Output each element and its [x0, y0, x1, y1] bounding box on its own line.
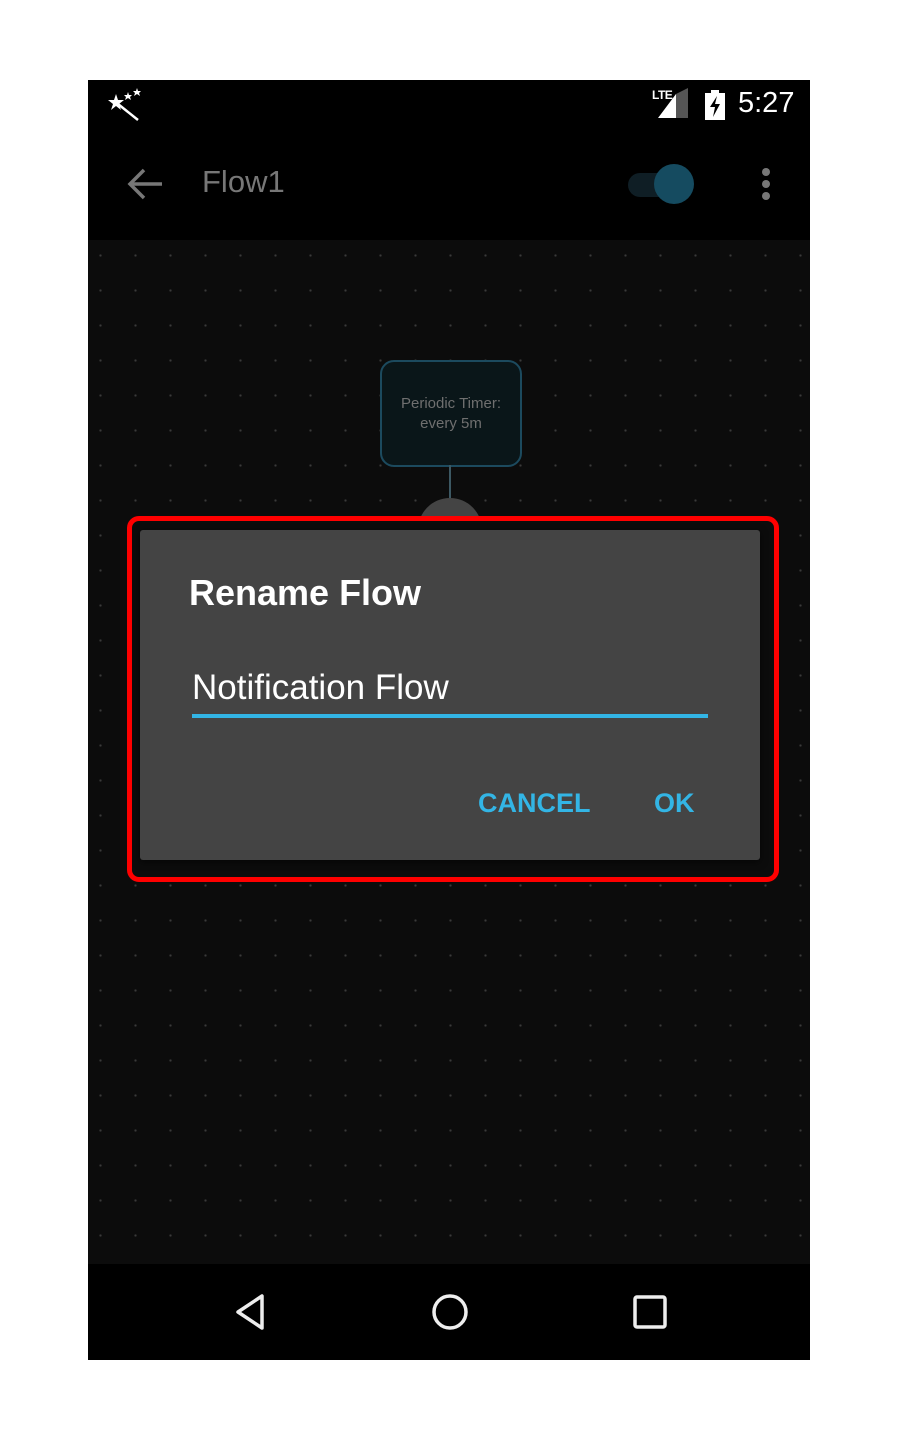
nav-back-icon[interactable]	[230, 1292, 270, 1332]
node-label-line1: Periodic Timer:	[400, 394, 502, 412]
cancel-button[interactable]: CANCEL	[478, 788, 591, 819]
nav-home-icon[interactable]	[430, 1292, 470, 1332]
signal-icon	[658, 88, 688, 118]
flow-title: Flow1	[202, 164, 285, 199]
magic-wand-icon	[108, 88, 141, 121]
flow-node-periodic-timer[interactable]: Periodic Timer: every 5m	[380, 360, 522, 467]
status-time: 5:27	[738, 87, 795, 119]
toggle-thumb	[654, 164, 694, 204]
app-bar: Flow1	[88, 128, 810, 240]
arrow-back-icon[interactable]	[126, 166, 166, 202]
node-label-line2: every 5m	[420, 414, 482, 432]
flow-name-input[interactable]	[192, 662, 708, 718]
nav-recents-icon[interactable]	[630, 1292, 670, 1332]
signal-indicator: LTE	[652, 88, 692, 120]
navigation-bar	[88, 1264, 810, 1360]
battery-charging-icon	[705, 90, 725, 120]
flow-enabled-toggle[interactable]	[626, 164, 696, 206]
ok-button[interactable]: OK	[654, 788, 695, 819]
dialog-title: Rename Flow	[189, 572, 422, 613]
more-vert-icon[interactable]	[756, 164, 776, 204]
rename-flow-dialog: Rename Flow CANCEL OK	[140, 530, 760, 860]
status-bar: LTE 5:27	[88, 80, 810, 128]
